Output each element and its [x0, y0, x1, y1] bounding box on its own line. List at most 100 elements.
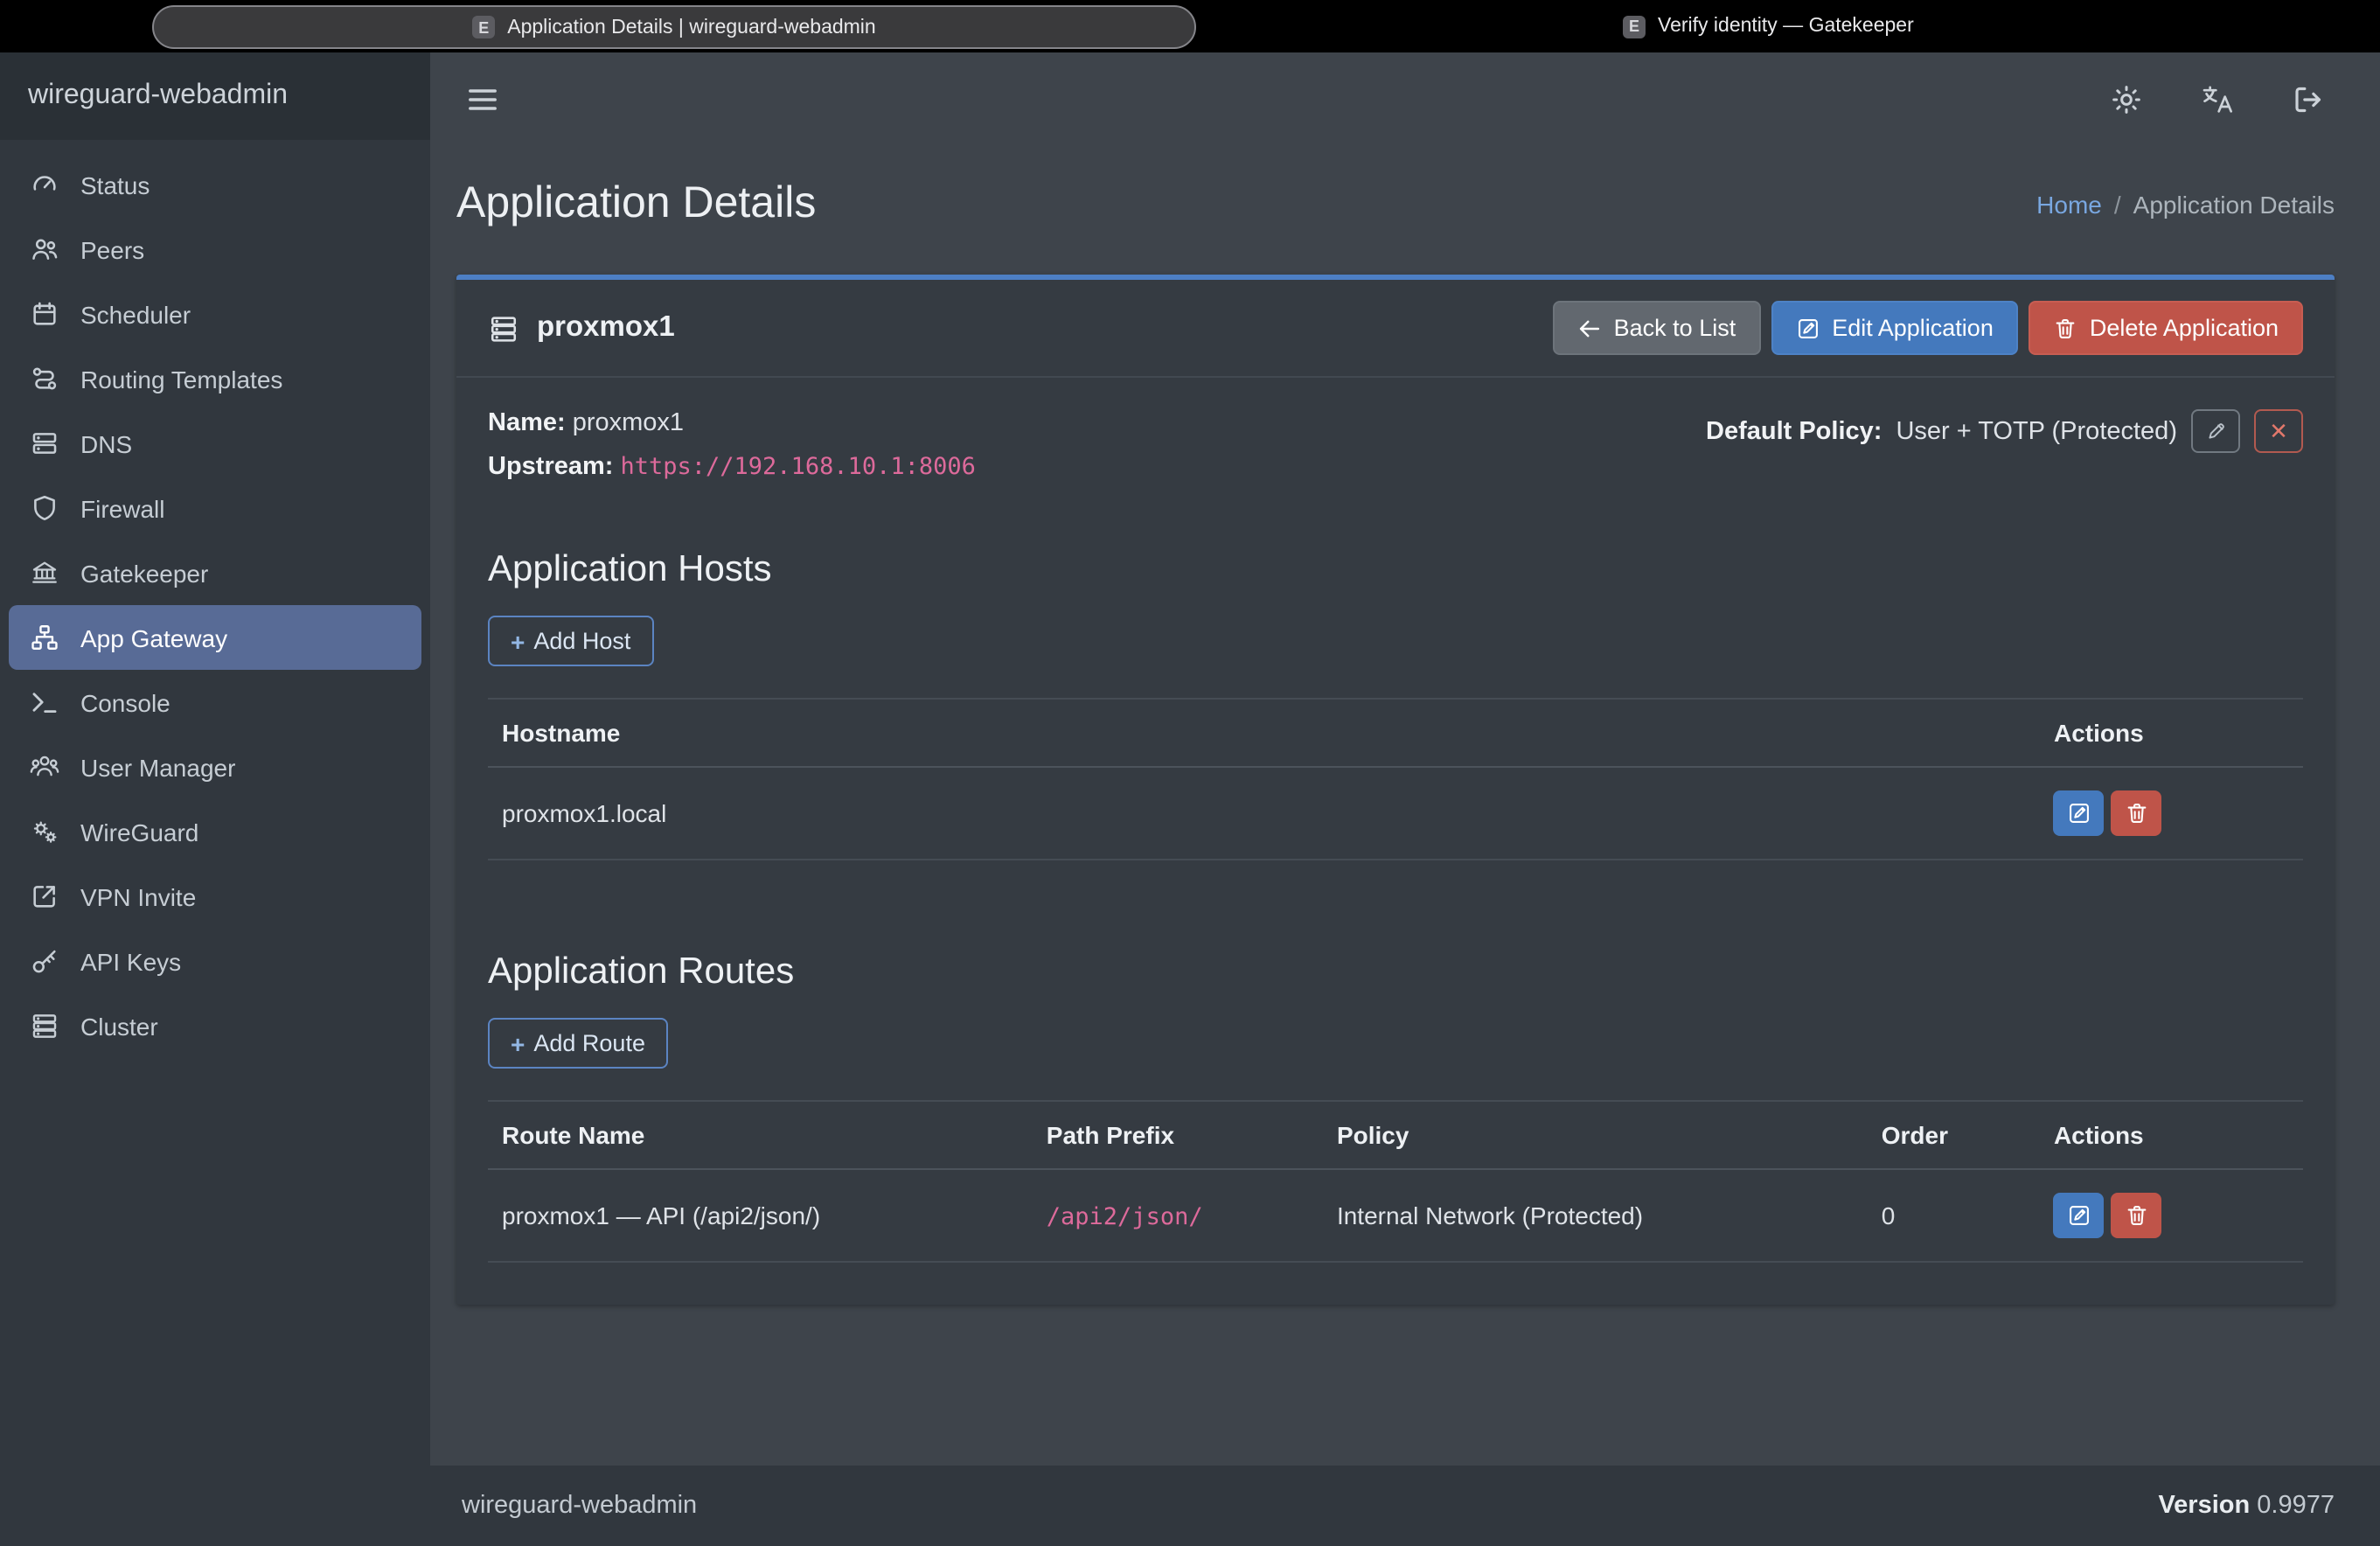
routes-section-title: Application Routes — [488, 951, 2303, 993]
sidebar-item-api-keys[interactable]: API Keys — [9, 929, 421, 993]
policy-value: User + TOTP (Protected) — [1896, 417, 2177, 445]
back-to-list-button[interactable]: Back to List — [1553, 301, 1761, 355]
browser-tab-background[interactable]: E Verify identity — Gatekeeper — [1623, 0, 1914, 52]
breadcrumb-home-link[interactable]: Home — [2036, 190, 2102, 218]
sidebar-item-label: API Keys — [80, 947, 181, 975]
content-area: Application Details Home/Application Det… — [430, 52, 2380, 1546]
sidebar-item-label: Peers — [80, 235, 144, 263]
logout-icon — [2291, 82, 2326, 117]
edit-route-button[interactable] — [2054, 1193, 2105, 1238]
sidebar-item-user-manager[interactable]: User Manager — [9, 735, 421, 799]
policy-column-header: Policy — [1323, 1101, 1868, 1169]
sidebar-item-label: Scheduler — [80, 300, 191, 328]
menu-icon — [465, 82, 500, 117]
edit-host-button[interactable] — [2054, 790, 2105, 836]
route-policy-cell: Internal Network (Protected) — [1323, 1169, 1868, 1262]
footer-brand: wireguard-webadmin — [462, 1492, 697, 1520]
shield-icon — [30, 493, 59, 523]
application-info-left: Name: proxmox1 Upstream: https://192.168… — [488, 409, 976, 497]
logout-button[interactable] — [2284, 75, 2333, 124]
server-icon — [30, 428, 59, 458]
sidebar-item-label: Gatekeeper — [80, 559, 208, 587]
header-buttons: Back to List Edit Application Delete App… — [1553, 301, 2303, 355]
delete-route-button[interactable] — [2112, 1193, 2162, 1238]
user-group-icon — [30, 752, 59, 782]
sidebar-item-peers[interactable]: Peers — [9, 217, 421, 282]
browser-top-bar: E Application Details | wireguard-webadm… — [0, 0, 2380, 52]
browser-tab-active[interactable]: E Application Details | wireguard-webadm… — [152, 5, 1196, 49]
menu-toggle-button[interactable] — [458, 75, 507, 124]
sidebar-item-app-gateway[interactable]: App Gateway — [9, 605, 421, 670]
page-footer: wireguard-webadmin Version 0.9977 — [430, 1466, 2380, 1546]
card-header: proxmox1 Back to List Edit Application — [456, 280, 2335, 378]
trash-icon — [2125, 1203, 2149, 1228]
sidebar-item-scheduler[interactable]: Scheduler — [9, 282, 421, 346]
edit-application-button[interactable]: Edit Application — [1771, 301, 2018, 355]
upstream-value: https://192.168.10.1:8006 — [621, 453, 976, 481]
name-field: Name: proxmox1 — [488, 409, 976, 437]
share-icon — [30, 881, 59, 911]
path-prefix-cell: /api2/json/ — [1047, 1202, 1203, 1230]
application-name-heading: proxmox1 — [488, 311, 675, 345]
server-stack-icon — [30, 1011, 59, 1041]
sidebar-item-label: Cluster — [80, 1012, 158, 1040]
card-body: Name: proxmox1 Upstream: https://192.168… — [456, 378, 2335, 1305]
route-order-cell: 0 — [1868, 1169, 2040, 1262]
browser-tab-title: Verify identity — Gatekeeper — [1658, 16, 1914, 37]
application-info: Name: proxmox1 Upstream: https://192.168… — [488, 409, 2303, 497]
hostname-column-header: Hostname — [488, 699, 2040, 767]
trash-icon — [2125, 801, 2149, 825]
sidebar-nav: Status Peers Scheduler Routing Templates… — [0, 140, 430, 1070]
sidebar-item-vpn-invite[interactable]: VPN Invite — [9, 864, 421, 929]
key-icon — [30, 946, 59, 976]
sidebar-item-firewall[interactable]: Firewall — [9, 476, 421, 540]
actions-column-header: Actions — [2040, 699, 2303, 767]
settings-button[interactable] — [2102, 75, 2151, 124]
arrow-left-icon — [1577, 316, 1602, 340]
breadcrumb-separator: / — [2114, 190, 2121, 218]
edit-policy-button[interactable] — [2191, 409, 2240, 453]
sidebar-item-label: WireGuard — [80, 818, 198, 846]
name-label: Name: — [488, 409, 566, 437]
favicon-icon: E — [1623, 15, 1646, 38]
sidebar-item-label: Routing Templates — [80, 365, 282, 393]
gears-icon — [30, 817, 59, 846]
route-name-cell: proxmox1 — API (/api2/json/) — [488, 1169, 1033, 1262]
brand-text: wireguard-webadmin — [28, 80, 288, 112]
remove-policy-button[interactable]: ✕ — [2254, 409, 2303, 453]
add-host-button[interactable]: + Add Host — [488, 616, 653, 666]
pen-square-icon — [2067, 801, 2091, 825]
button-label: Add Route — [533, 1030, 645, 1056]
trash-icon — [2053, 316, 2077, 340]
language-button[interactable] — [2193, 75, 2242, 124]
button-label: Delete Application — [2090, 315, 2279, 341]
sidebar-item-label: VPN Invite — [80, 882, 196, 910]
sidebar-item-dns[interactable]: DNS — [9, 411, 421, 476]
sidebar-item-routing-templates[interactable]: Routing Templates — [9, 346, 421, 411]
delete-host-button[interactable] — [2112, 790, 2162, 836]
favicon-icon: E — [472, 16, 495, 38]
upstream-field: Upstream: https://192.168.10.1:8006 — [488, 453, 976, 481]
plus-icon: + — [511, 1031, 525, 1055]
sidebar-item-wireguard[interactable]: WireGuard — [9, 799, 421, 864]
host-table-row: proxmox1.local — [488, 767, 2303, 860]
sidebar-item-console[interactable]: Console — [9, 670, 421, 735]
add-route-button[interactable]: + Add Route — [488, 1018, 668, 1069]
name-value: proxmox1 — [573, 409, 684, 437]
sidebar-item-status[interactable]: Status — [9, 152, 421, 217]
route-table-row: proxmox1 — API (/api2/json/) /api2/json/… — [488, 1169, 2303, 1262]
hosts-table: Hostname Actions proxmox1.local — [488, 698, 2303, 860]
sidebar-item-cluster[interactable]: Cluster — [9, 993, 421, 1058]
application-name: proxmox1 — [537, 311, 675, 345]
language-icon — [2200, 82, 2235, 117]
sidebar-item-label: DNS — [80, 429, 132, 457]
delete-application-button[interactable]: Delete Application — [2029, 301, 2303, 355]
sidebar-item-gatekeeper[interactable]: Gatekeeper — [9, 540, 421, 605]
page-header: Application Details Home/Application Det… — [456, 147, 2335, 275]
route-row-actions — [2054, 1193, 2289, 1238]
sidebar-brand: wireguard-webadmin — [0, 52, 430, 140]
sidebar-item-label: Console — [80, 688, 170, 716]
navbar-actions — [2102, 75, 2333, 124]
calendar-icon — [30, 299, 59, 329]
main-layout: wireguard-webadmin Status Peers Schedule… — [0, 52, 2380, 1546]
